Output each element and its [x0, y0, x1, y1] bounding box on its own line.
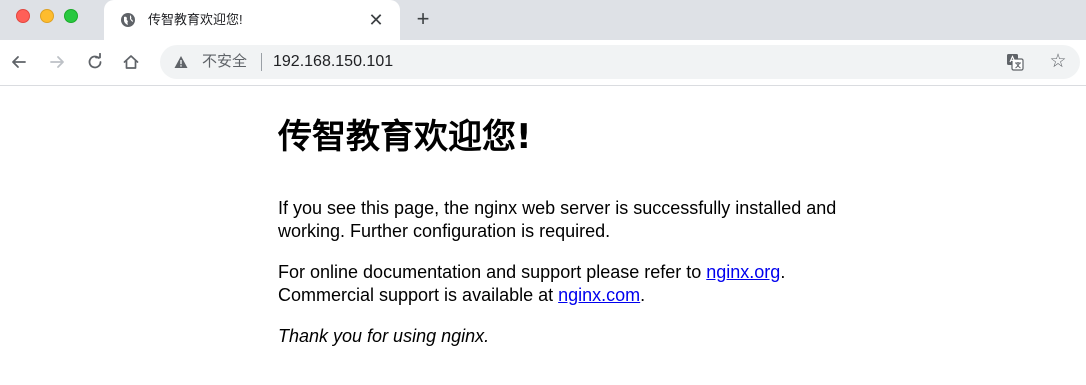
intro-line-1: If you see this page, the nginx web serv… — [278, 198, 837, 218]
intro-paragraph: If you see this page, the nginx web serv… — [278, 197, 898, 243]
tab-strip: 传智教育欢迎您! ✕ + — [0, 0, 1086, 40]
globe-icon — [120, 12, 136, 28]
home-button[interactable] — [120, 51, 142, 73]
nginx-org-link[interactable]: nginx.org — [706, 262, 780, 282]
divider — [261, 53, 262, 71]
page-heading: 传智教育欢迎您! — [278, 117, 532, 157]
security-label[interactable]: 不安全 — [202, 53, 247, 71]
zoom-window-button[interactable] — [64, 9, 78, 23]
tab-title: 传智教育欢迎您! — [148, 12, 243, 27]
address-bar[interactable]: 不安全 192.168.150.101 ☆ — [160, 45, 1080, 79]
arrow-left-icon — [12, 56, 26, 68]
reload-icon — [88, 53, 102, 69]
close-icon[interactable]: ✕ — [366, 10, 386, 30]
active-tab[interactable]: 传智教育欢迎您! ✕ — [104, 0, 400, 40]
nginx-com-link[interactable]: nginx.com — [558, 285, 640, 305]
warning-icon[interactable] — [174, 55, 188, 69]
thanks-text: Thank you for using nginx. — [278, 326, 490, 346]
support-text: For online documentation and support ple… — [278, 262, 707, 282]
back-button[interactable] — [8, 51, 30, 73]
commercial-text: Commercial support is available at — [278, 285, 559, 305]
forward-button[interactable] — [46, 51, 68, 73]
page-viewport: 传智教育欢迎您! If you see this page, the nginx… — [0, 87, 1086, 385]
support-period: . — [780, 262, 786, 282]
new-tab-button[interactable]: + — [411, 8, 435, 32]
intro-line-2: working. Further configuration is requir… — [278, 221, 611, 241]
support-paragraph: For online documentation and support ple… — [278, 261, 898, 307]
close-window-button[interactable] — [16, 9, 30, 23]
minimize-window-button[interactable] — [40, 9, 54, 23]
arrow-right-icon — [50, 56, 64, 68]
commercial-period: . — [640, 285, 646, 305]
star-icon[interactable]: ☆ — [1048, 52, 1068, 72]
home-icon — [123, 55, 139, 69]
reload-button[interactable] — [84, 51, 106, 73]
url-text[interactable]: 192.168.150.101 — [273, 53, 393, 71]
browser-toolbar: 不安全 192.168.150.101 ☆ — [0, 40, 1086, 86]
translate-icon[interactable] — [1006, 53, 1024, 71]
